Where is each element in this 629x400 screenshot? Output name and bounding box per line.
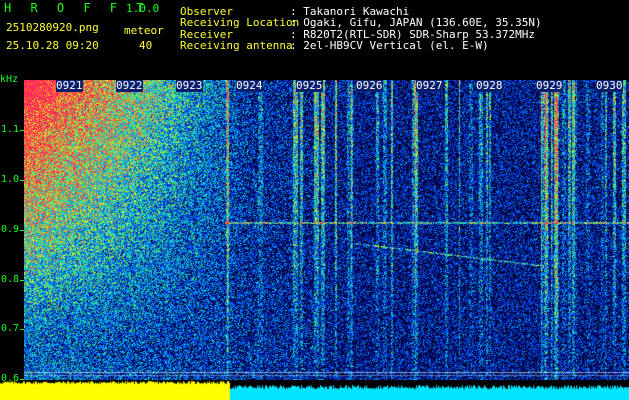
meteor-label: meteor	[124, 24, 164, 37]
time-label: 0925	[296, 79, 323, 92]
y-axis-tick-label: 0.6	[1, 373, 20, 384]
time-label: 0929	[536, 79, 563, 92]
time-label: 0928	[476, 79, 503, 92]
time-label: 0930	[596, 79, 623, 92]
y-axis-tick-label: 0.9	[1, 224, 20, 235]
y-axis-tick-label: 0.7	[1, 323, 20, 334]
antenna-label: Receiving antenna	[180, 39, 293, 52]
time-label: 0923	[176, 79, 203, 92]
time-axis: 0921 0922 0923 0924 0925 0926 0927 0928 0929 0930	[24, 74, 629, 92]
time-label: 0922	[116, 79, 143, 92]
y-axis	[0, 74, 24, 400]
datetime: 25.10.28 09:20	[6, 39, 99, 52]
header-panel: H R O F F T 1.0.0 2510280920.png meteor …	[0, 0, 629, 74]
y-axis-tick	[20, 230, 24, 231]
time-label: 0926	[356, 79, 383, 92]
time-label: 0921	[56, 79, 83, 92]
y-axis-tick	[20, 130, 24, 131]
y-axis-unit: kHz	[0, 74, 19, 85]
antenna-value: : 2el-HB9CV Vertical (el. E-W)	[290, 39, 489, 52]
y-axis-tick	[20, 329, 24, 330]
signal-level-bar	[0, 380, 629, 400]
y-axis-tick	[20, 379, 24, 380]
y-axis-tick	[20, 280, 24, 281]
y-axis-tick	[20, 180, 24, 181]
time-label: 0927	[416, 79, 443, 92]
app-version: 1.0.0	[126, 2, 160, 15]
y-axis-tick-label: 1.1	[1, 124, 20, 135]
time-label: 0924	[236, 79, 263, 92]
spectrogram	[24, 80, 629, 380]
y-axis-tick-label: 1.0	[1, 174, 20, 185]
y-axis-tick-label: 0.8	[1, 274, 20, 285]
filename: 2510280920.png	[6, 21, 99, 34]
meteor-count: 40	[139, 39, 153, 52]
